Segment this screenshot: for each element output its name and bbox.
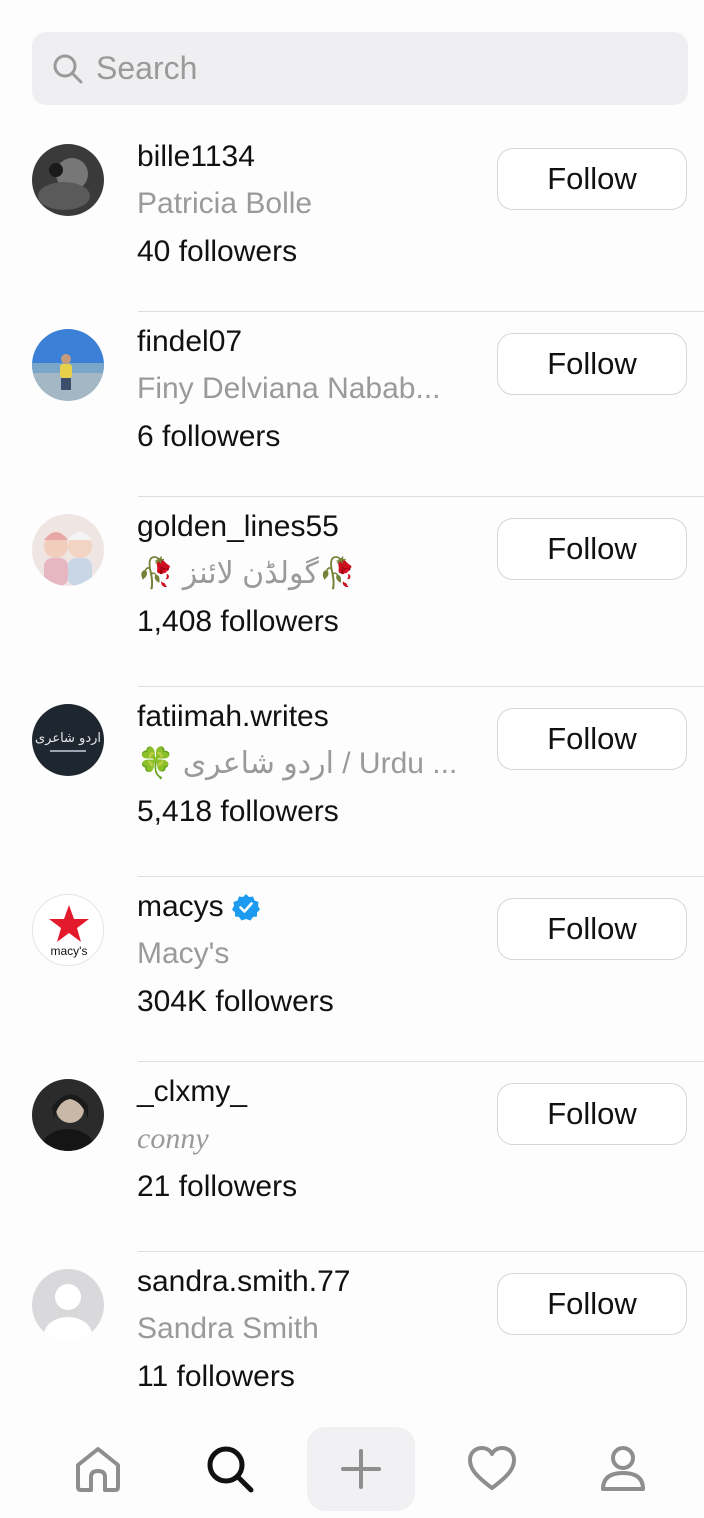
bottom-navigation xyxy=(0,1424,704,1518)
full-name: conny xyxy=(137,1122,209,1155)
username: macys xyxy=(137,889,474,925)
follow-button[interactable]: Follow xyxy=(497,518,687,580)
list-item[interactable]: macy's macys Macy's 304K followers Follo… xyxy=(0,877,704,1062)
avatar-logo-text: اردو شاعری xyxy=(35,731,101,746)
list-item[interactable]: اردو شاعری fatiimah.writes 🍀 اردو شاعری … xyxy=(0,687,704,877)
username: findel07 xyxy=(137,325,243,358)
avatar[interactable] xyxy=(32,329,104,401)
nav-create[interactable] xyxy=(307,1427,415,1511)
username: bille1134 xyxy=(137,140,255,173)
plus-icon xyxy=(341,1449,381,1489)
full-name: 🍀 اردو شاعری / Urdu ... xyxy=(137,747,458,780)
follower-count: 5,418 followers xyxy=(137,795,339,828)
profile-icon xyxy=(601,1446,645,1491)
list-item[interactable]: bille1134 Patricia Bolle 40 followers Fo… xyxy=(0,127,704,312)
search-icon xyxy=(53,54,83,83)
full-name: Macy's xyxy=(137,937,230,970)
full-name: Finy Delviana Nabab... xyxy=(137,372,441,405)
follow-button[interactable]: Follow xyxy=(497,1083,687,1145)
heart-icon xyxy=(468,1446,516,1490)
follow-button[interactable]: Follow xyxy=(497,148,687,210)
username: _clxmy_ xyxy=(137,1075,248,1108)
follow-button[interactable]: Follow xyxy=(497,1273,687,1335)
avatar[interactable]: اردو شاعری xyxy=(32,704,104,776)
list-item[interactable]: sandra.smith.77 Sandra Smith 11 follower… xyxy=(0,1252,704,1437)
username: fatiimah.writes xyxy=(137,700,329,733)
home-icon xyxy=(76,1447,120,1492)
macys-logo-text: macy's xyxy=(51,944,88,958)
avatar[interactable] xyxy=(32,1079,104,1151)
list-item[interactable]: golden_lines55 🥀 گولڈن لائنز🥀 1,408 foll… xyxy=(0,497,704,687)
nav-search[interactable] xyxy=(185,1427,275,1511)
username: golden_lines55 xyxy=(137,510,339,543)
nav-home[interactable] xyxy=(53,1427,143,1511)
verified-badge-icon xyxy=(231,894,260,921)
follower-count: 21 followers xyxy=(137,1170,298,1203)
list-item[interactable]: findel07 Finy Delviana Nabab... 6 follow… xyxy=(0,312,704,497)
search-icon xyxy=(207,1446,254,1493)
avatar[interactable] xyxy=(32,144,104,216)
username: sandra.smith.77 xyxy=(137,1265,351,1298)
follow-button[interactable]: Follow xyxy=(497,898,687,960)
nav-profile[interactable] xyxy=(578,1427,668,1511)
full-name: Patricia Bolle xyxy=(137,187,313,220)
avatar[interactable]: macy's xyxy=(32,894,104,966)
follow-button[interactable]: Follow xyxy=(497,708,687,770)
follower-count: 11 followers xyxy=(137,1360,295,1393)
avatar[interactable] xyxy=(32,1269,104,1341)
follow-button[interactable]: Follow xyxy=(497,333,687,395)
full-name: Sandra Smith xyxy=(137,1312,319,1345)
search-bar[interactable] xyxy=(32,32,688,105)
follower-count: 6 followers xyxy=(137,420,281,453)
avatar[interactable] xyxy=(32,514,104,586)
search-results-list: bille1134 Patricia Bolle 40 followers Fo… xyxy=(0,127,704,1437)
list-item[interactable]: _clxmy_ conny 21 followers Follow xyxy=(0,1062,704,1252)
search-input[interactable] xyxy=(96,50,656,87)
nav-activity[interactable] xyxy=(447,1427,537,1511)
full-name: 🥀 گولڈن لائنز🥀 xyxy=(137,557,357,590)
follower-count: 304K followers xyxy=(137,985,334,1018)
follower-count: 40 followers xyxy=(137,235,298,268)
follower-count: 1,408 followers xyxy=(137,605,339,638)
